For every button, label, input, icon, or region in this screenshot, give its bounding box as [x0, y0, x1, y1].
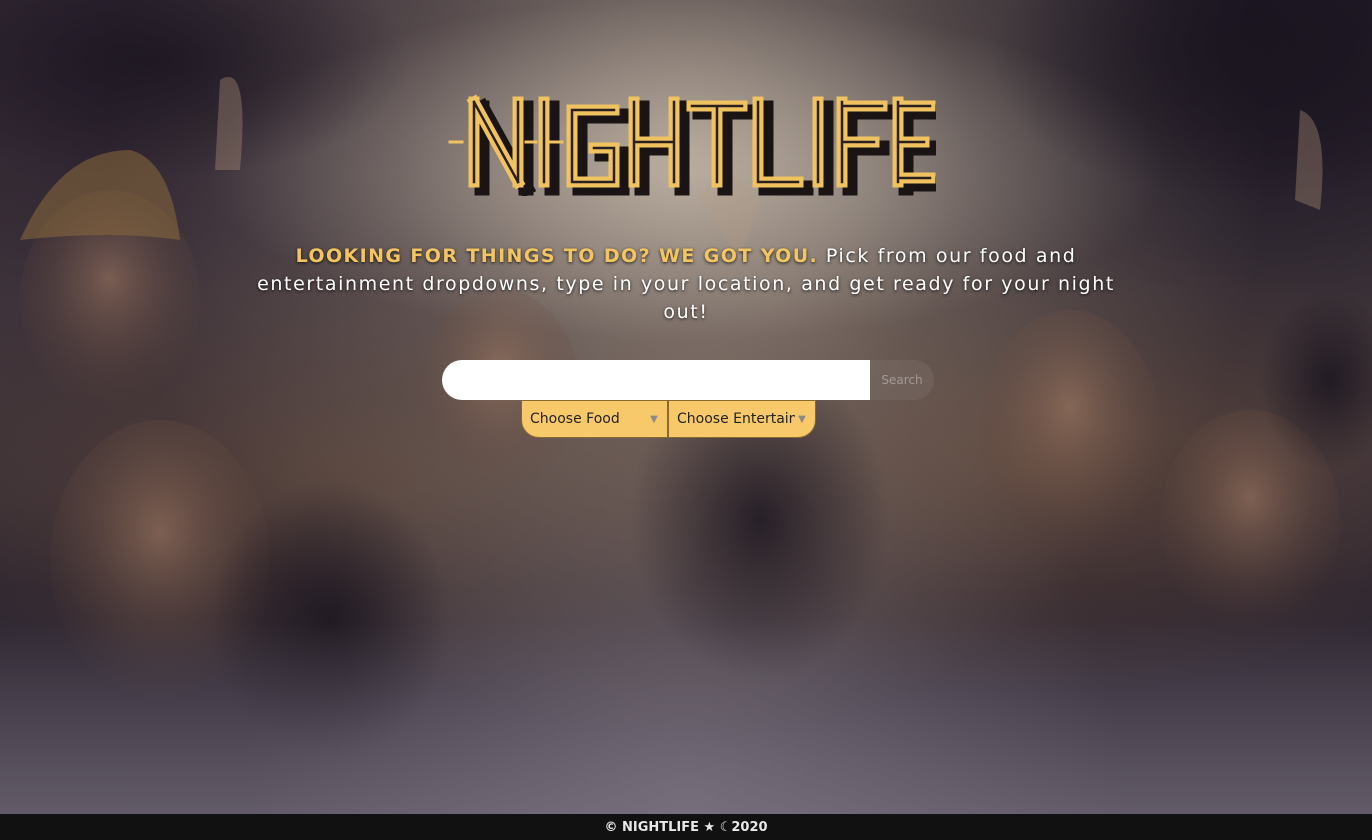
- caret-down-icon: ▼: [798, 413, 806, 425]
- nightlife-logo: [446, 92, 946, 199]
- footer-copyright: © NIGHTLIFE ★ ☾2020: [604, 819, 768, 835]
- entertainment-dropdown-label: Choose Entertainment: [677, 411, 795, 427]
- footer: © NIGHTLIFE ★ ☾2020: [0, 814, 1372, 840]
- caret-down-icon: ▼: [650, 413, 658, 425]
- entertainment-dropdown[interactable]: Choose Entertainment ▼: [668, 400, 816, 438]
- location-search-input[interactable]: [442, 360, 870, 400]
- tagline: LOOKING FOR THINGS TO DO? WE GOT YOU. Pi…: [240, 242, 1132, 326]
- logo-mark: [448, 94, 946, 199]
- food-dropdown[interactable]: Choose Food ▼: [521, 400, 668, 438]
- search-button[interactable]: Search: [870, 360, 934, 400]
- food-dropdown-label: Choose Food: [530, 411, 620, 427]
- tagline-highlight: LOOKING FOR THINGS TO DO? WE GOT YOU.: [295, 245, 819, 267]
- hero-section: LOOKING FOR THINGS TO DO? WE GOT YOU. Pi…: [0, 0, 1372, 814]
